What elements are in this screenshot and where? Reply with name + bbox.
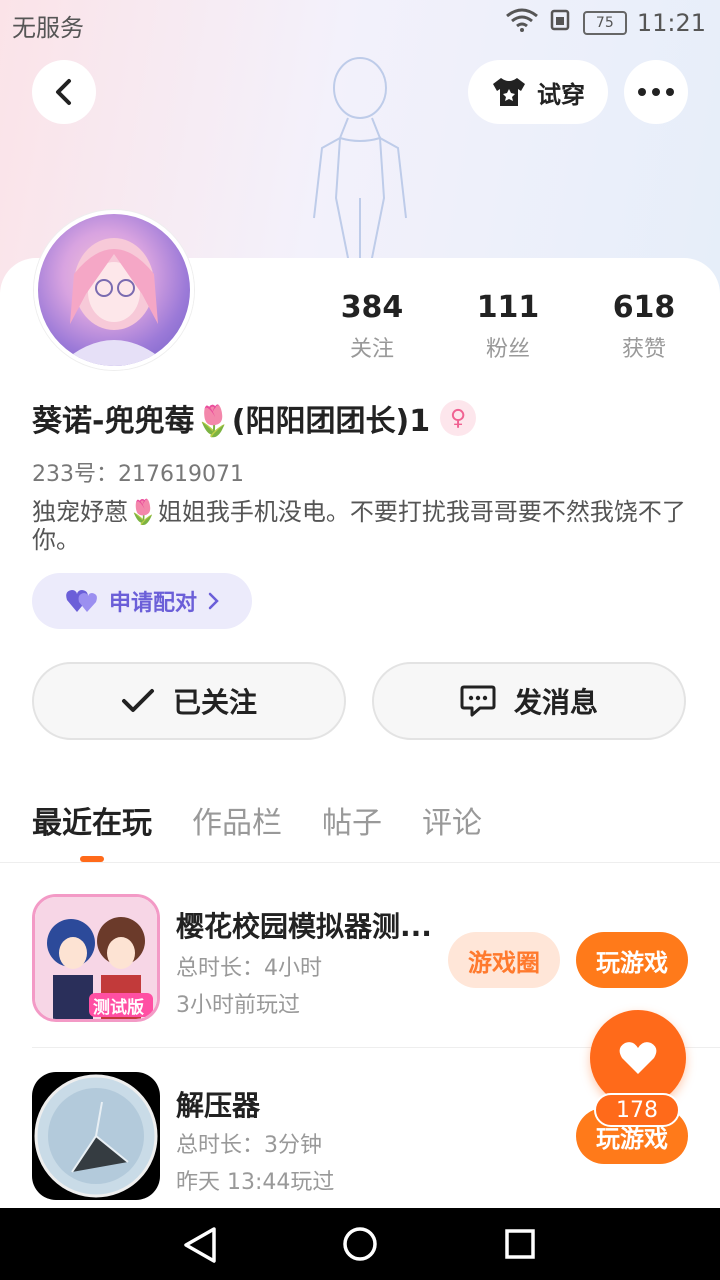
decompressor-game-image	[34, 1074, 158, 1198]
tab-recently-playing[interactable]: 最近在玩	[32, 798, 152, 842]
likes-label: 获赞	[621, 337, 666, 362]
send-message-button[interactable]: 发消息	[372, 662, 686, 740]
chevron-right-icon	[208, 592, 219, 610]
avatar-figure-3d	[313, 57, 407, 268]
game-duration-sakura-school: 总时长：4小时	[176, 956, 322, 981]
sim-icon	[549, 8, 573, 38]
tabs-divider	[0, 862, 720, 863]
stat-fans[interactable]: 111 粉丝	[448, 290, 568, 363]
followed-button[interactable]: 已关注	[32, 662, 346, 740]
game-last-played-decompressor: 昨天 13:44玩过	[176, 1170, 335, 1195]
back-button[interactable]	[32, 60, 96, 124]
stat-likes[interactable]: 618 获赞	[584, 290, 704, 363]
more-dots-icon	[638, 88, 674, 96]
followed-label: 已关注	[172, 686, 257, 719]
request-pair-label: 申请配对	[108, 591, 197, 616]
more-button[interactable]	[624, 60, 688, 124]
female-gender-icon: ♀	[440, 400, 477, 436]
profile-name: 葵诺-兜兜莓🌷(阳阳团团长)1	[32, 404, 431, 439]
check-icon	[121, 689, 154, 712]
double-heart-icon	[66, 590, 97, 612]
game-icon-decompressor[interactable]	[32, 1072, 160, 1200]
tab-comments[interactable]: 评论	[422, 798, 482, 842]
anime-girl-avatar-image	[58, 238, 170, 366]
following-label: 关注	[349, 337, 394, 362]
likes-count: 618	[612, 290, 676, 325]
game-title-sakura-school[interactable]: 樱花校园模拟器测...	[176, 905, 432, 945]
game-last-played-sakura-school: 3小时前玩过	[176, 993, 300, 1018]
profile-bio: 独宠妤蒽🌷姐姐我手机没电。不要打扰我哥哥要不然我饶不了你。	[32, 498, 686, 554]
nav-home-icon[interactable]	[342, 1226, 378, 1262]
status-bar: 无服务 75 11:21	[0, 0, 720, 50]
wifi-icon	[505, 8, 539, 38]
try-on-label: 试穿	[537, 80, 585, 109]
game-icon-sakura-school[interactable]: 测试版	[32, 894, 160, 1022]
following-count: 384	[340, 290, 404, 325]
profile-name-row: 葵诺-兜兜莓🌷(阳阳团团长)1 ♀	[32, 396, 477, 440]
fans-count: 111	[476, 290, 540, 325]
game-circle-button[interactable]: 游戏圈	[448, 932, 560, 988]
tshirt-icon	[493, 78, 525, 106]
game-duration-decompressor: 总时长：3分钟	[176, 1133, 322, 1158]
nav-back-icon[interactable]	[182, 1226, 218, 1264]
tab-works[interactable]: 作品栏	[192, 798, 282, 842]
game-title-decompressor[interactable]: 解压器	[176, 1084, 260, 1124]
tab-posts[interactable]: 帖子	[322, 798, 382, 842]
try-on-button[interactable]: 试穿	[468, 60, 608, 124]
stat-following[interactable]: 384 关注	[312, 290, 432, 363]
like-button[interactable]	[590, 1010, 686, 1106]
play-game-button-sakura-school[interactable]: 玩游戏	[576, 932, 688, 988]
send-message-label: 发消息	[513, 686, 598, 719]
chat-bubble-icon	[460, 685, 496, 717]
request-pair-button[interactable]: 申请配对	[32, 573, 252, 629]
profile-tabs: 最近在玩 作品栏 帖子 评论	[32, 798, 482, 842]
like-count-badge: 178	[594, 1093, 680, 1127]
heart-icon	[619, 1042, 657, 1074]
user-id: 233号：217619071	[32, 462, 244, 487]
nav-recents-icon[interactable]	[504, 1228, 536, 1260]
carrier-text: 无服务	[12, 14, 84, 42]
avatar[interactable]	[34, 210, 194, 370]
system-navigation-bar	[0, 1208, 720, 1280]
battery-icon: 75	[582, 11, 627, 35]
fans-label: 粉丝	[485, 337, 530, 362]
clock-text: 11:21	[636, 9, 706, 37]
chevron-left-icon	[56, 79, 71, 105]
beta-badge: 测试版	[93, 998, 144, 1018]
